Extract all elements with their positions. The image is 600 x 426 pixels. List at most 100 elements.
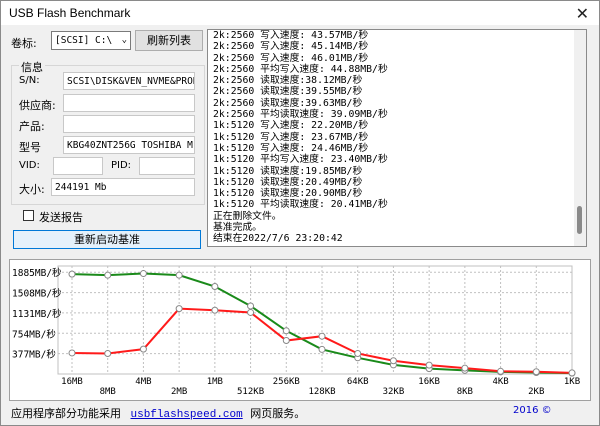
drive-label: 卷标: [11,37,37,50]
log-line: 2k:2560 写入速度: 45.14MB/秒 [213,41,369,53]
data-point [282,337,290,345]
data-point [354,349,362,357]
y-tick-label: 1508MB/秒 [12,288,62,300]
log-line: 基准完成。 [213,222,262,234]
website-link[interactable]: usbflashspeed.com [131,409,243,421]
send-report-checkbox[interactable] [23,210,34,221]
pid-label: PID: [111,160,132,171]
log-line: 1k:5120 写入速度: 23.67MB/秒 [213,131,369,143]
x-tick-label: 8KB [457,387,473,397]
model-label: 型号 [19,141,41,154]
log-textarea[interactable]: 2k:2560 写入速度: 43.57MB/秒 2k:2560 写入速度: 45.… [207,29,587,247]
status-suffix: 网页服务。 [250,407,306,420]
product-label: 产品: [19,120,45,133]
x-tick-label: 32KB [383,387,405,397]
restart-benchmark-button[interactable]: 重新启动基准 [13,230,201,249]
chevron-down-icon: ⌄ [121,35,127,45]
y-tick-label: 1885MB/秒 [12,267,62,279]
data-point [247,302,255,310]
x-tick-label: 256KB [273,377,300,387]
data-point [175,305,183,313]
log-line: 2k:2560 平均写入速度: 44.88MB/秒 [213,63,388,75]
data-point [68,349,76,357]
data-point [568,369,576,377]
product-field [63,115,195,133]
drive-select[interactable]: [SCSI] C:\ ⌄ [51,31,131,50]
data-point [425,361,433,369]
info-group-label: 信息 [19,59,45,75]
data-point [532,368,540,376]
y-tick-label: 754MB/秒 [12,328,56,340]
log-line: 1k:5120 读取速度:20.49MB/秒 [213,176,363,188]
data-point [318,345,326,353]
close-icon[interactable]: ✕ [576,4,589,23]
status-bar: 应用程序部分功能采用 usbflashspeed.com 网页服务。 [11,405,305,421]
sn-field: SCSI\DISK&VEN_NVME&PROD_K [63,72,195,90]
data-point [211,306,219,314]
vendor-label: 供应商: [19,99,56,112]
data-point [497,367,505,375]
log-line: 1k:5120 读取速度:19.85MB/秒 [213,165,363,177]
x-tick-label: 4MB [135,377,151,387]
vendor-field [63,94,195,112]
x-tick-label: 16MB [61,377,83,387]
y-tick-label: 377MB/秒 [12,349,56,361]
data-point [68,270,76,278]
data-point [247,308,255,316]
log-line: 2k:2560 平均读取速度: 39.09MB/秒 [213,109,388,121]
log-scrollbar[interactable] [574,30,586,246]
vid-field [53,157,103,175]
data-point [389,357,397,365]
data-point [282,327,290,335]
vid-label: VID: [19,160,40,171]
plot-area [57,265,573,375]
send-report-label: 发送报告 [39,211,83,224]
log-content: 2k:2560 写入速度: 43.57MB/秒 2k:2560 写入速度: 45.… [213,30,568,245]
size-label: 大小: [19,183,45,196]
benchmark-chart: 377MB/秒 754MB/秒 1131MB/秒 1508MB/秒 1885MB/秒 16… [12,265,580,397]
log-line: 2k:2560 读取速度:39.55MB/秒 [213,86,363,98]
sn-label: S/N: [19,75,40,86]
y-tick-label: 1131MB/秒 [12,308,62,320]
pid-field [139,157,195,175]
data-point [461,364,469,372]
status-prefix: 应用程序部分功能采用 [11,407,121,420]
title-bar: USB Flash Benchmark ✕ [1,1,599,25]
log-line: 结束在2022/7/6 23:20:42 [213,233,343,245]
x-tick-label: 1KB [564,377,580,387]
x-tick-label: 64KB [347,377,369,387]
x-tick-label: 8MB [100,387,116,397]
log-line: 2k:2560 读取速度:39.63MB/秒 [213,97,363,109]
x-tick-label: 2MB [171,387,187,397]
x-tick-label: 2KB [528,387,544,397]
x-tick-label: 16KB [418,377,440,387]
x-tick-label: 1MB [207,377,223,387]
data-point [175,271,183,279]
log-line: 1k:5120 写入速度: 22.20MB/秒 [213,120,369,132]
model-field: KBG40ZNT256G TOSHIBA M [63,136,195,154]
x-tick-label: 128KB [308,387,335,397]
drive-select-value: [SCSI] C:\ [55,35,113,46]
log-line: 1k:5120 平均写入速度: 23.40MB/秒 [213,154,388,166]
size-field: 244191 Mb [51,178,195,196]
log-line: 1k:5120 读取速度:20.90MB/秒 [213,188,363,200]
x-tick-label: 512KB [237,387,264,397]
data-point [139,345,147,353]
log-line: 2k:2560 写入速度: 43.57MB/秒 [213,30,369,41]
window-title: USB Flash Benchmark [9,6,131,20]
log-line: 1k:5120 平均读取速度: 20.41MB/秒 [213,199,388,211]
data-point [139,270,147,278]
log-line: 2k:2560 写入速度: 46.01MB/秒 [213,52,369,64]
scrollbar-thumb[interactable] [577,206,582,234]
benchmark-chart-box: 377MB/秒 754MB/秒 1131MB/秒 1508MB/秒 1885MB/秒 16… [9,259,591,401]
log-line: 2k:2560 读取速度:38.12MB/秒 [213,75,363,87]
x-tick-label: 4KB [492,377,508,387]
data-point [104,349,112,357]
app-window: USB Flash Benchmark ✕ 卷标: [SCSI] C:\ ⌄ 刷… [0,0,600,426]
copyright-text: 2016 © [513,405,552,416]
data-point [104,271,112,279]
refresh-list-button[interactable]: 刷新列表 [135,30,203,51]
data-point [318,332,326,340]
data-point [211,283,219,291]
log-line: 正在删除文件。 [213,210,282,222]
